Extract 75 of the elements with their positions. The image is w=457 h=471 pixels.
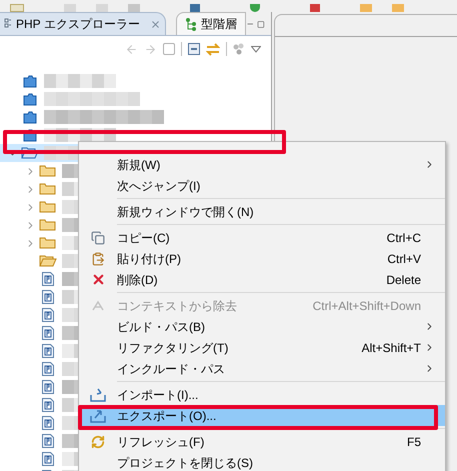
- refresh-icon: [91, 434, 105, 448]
- view-tab[interactable]: PHP エクスプローラー: [0, 12, 166, 35]
- filter-icon[interactable]: [233, 43, 245, 55]
- menu-item[interactable]: ビルド・パス(B): [79, 316, 445, 337]
- menu-item[interactable]: 貼り付け(P) Ctrl+V: [79, 248, 445, 269]
- project-icon: [23, 74, 37, 88]
- menu-item-label: インポート(I)...: [117, 386, 198, 404]
- collapse-all-icon[interactable]: [188, 43, 200, 55]
- menu-item[interactable]: リファクタリング(T) Alt+Shift+T: [79, 337, 445, 358]
- menu-item[interactable]: 次へジャンプ(I): [79, 175, 445, 196]
- shortcut-label: Ctrl+V: [387, 250, 421, 268]
- folder-icon: [39, 218, 57, 232]
- tab-label: 型階層: [200, 16, 237, 33]
- menu-item-label: 次へジャンプ(I): [117, 178, 200, 194]
- hierarchy-icon: [184, 17, 197, 31]
- php-file-icon: [42, 272, 54, 286]
- export-icon: [90, 408, 106, 422]
- link-icon[interactable]: [206, 42, 220, 56]
- open-folder-icon: [39, 254, 57, 268]
- php-file-icon: [42, 362, 54, 376]
- menu-item[interactable]: コピー(C) Ctrl+C: [79, 227, 445, 248]
- menu-item-label: コンテキストから除去: [117, 298, 237, 314]
- php-file-icon: [42, 344, 54, 358]
- back-icon[interactable]: [125, 42, 138, 56]
- shortcut-label: Alt+Shift+T: [362, 340, 421, 356]
- blurred-label: [44, 74, 116, 88]
- menu-item[interactable]: 新規ウィンドウで開く(N): [79, 201, 445, 222]
- copy-icon: [91, 230, 105, 244]
- folder-icon: [39, 236, 57, 250]
- view-menu-icon[interactable]: [251, 46, 261, 52]
- menu-item[interactable]: プロジェクトを閉じる(S): [79, 452, 445, 471]
- php-file-icon: [42, 452, 54, 466]
- toolbar-icon[interactable]: [10, 4, 24, 12]
- php-file-icon: [42, 290, 54, 304]
- shortcut-label: Ctrl+Alt+Shift+Down: [312, 298, 421, 314]
- menu-item-label: プロジェクトを閉じる(S): [117, 454, 253, 471]
- shortcut-label: F5: [406, 434, 421, 450]
- tab-label: PHP エクスプローラー: [16, 16, 140, 33]
- menu-item-label: ビルド・パス(B): [117, 318, 205, 336]
- import-icon: [90, 388, 106, 402]
- menu-item-label: 貼り付け(P): [117, 250, 181, 268]
- menu-item[interactable]: インクルード・パス: [79, 358, 445, 379]
- menu-item[interactable]: 新規(W): [79, 154, 445, 175]
- menu-item-label: リフレッシュ(F): [117, 434, 204, 450]
- view-tab[interactable]: 型階層: [176, 12, 246, 35]
- php-file-icon: [42, 326, 54, 340]
- toolbar-icon[interactable]: [250, 4, 260, 12]
- folder-icon: [39, 200, 57, 214]
- close-icon[interactable]: [150, 18, 161, 30]
- folder-icon: [39, 182, 57, 196]
- menu-item-label: 削除(D): [117, 272, 158, 288]
- delete-icon: [90, 272, 106, 287]
- explorer-icon: [4, 18, 12, 30]
- project-icon: [23, 110, 37, 124]
- menu-item-label: 新規ウィンドウで開く(N): [117, 204, 254, 220]
- menu-item-label: コピー(C): [117, 230, 170, 246]
- php-file-icon: [42, 434, 54, 448]
- php-file-icon: [42, 398, 54, 412]
- menu-item-label: インクルード・パス: [117, 360, 225, 378]
- php-file-icon: [42, 416, 54, 430]
- paste-icon: [91, 252, 105, 266]
- project-icon: [23, 92, 37, 106]
- folder-icon: [39, 164, 57, 178]
- php-file-icon: [42, 308, 54, 322]
- maximize-icon[interactable]: [257, 19, 265, 30]
- menu-item[interactable]: インポート(I)...: [79, 384, 445, 405]
- shortcut-label: Delete: [386, 272, 421, 288]
- shortcut-label: Ctrl+C: [386, 230, 421, 246]
- menu-item-label: 新規(W): [117, 156, 160, 174]
- php-file-icon: [42, 380, 54, 394]
- menu-item[interactable]: 削除(D) Delete: [79, 269, 445, 290]
- menu-item-label: エクスポート(O)...: [117, 408, 216, 424]
- menu-item[interactable]: リフレッシュ(F) F5: [79, 431, 445, 452]
- forward-icon[interactable]: [144, 42, 157, 56]
- menu-item-label: リファクタリング(T): [117, 340, 228, 356]
